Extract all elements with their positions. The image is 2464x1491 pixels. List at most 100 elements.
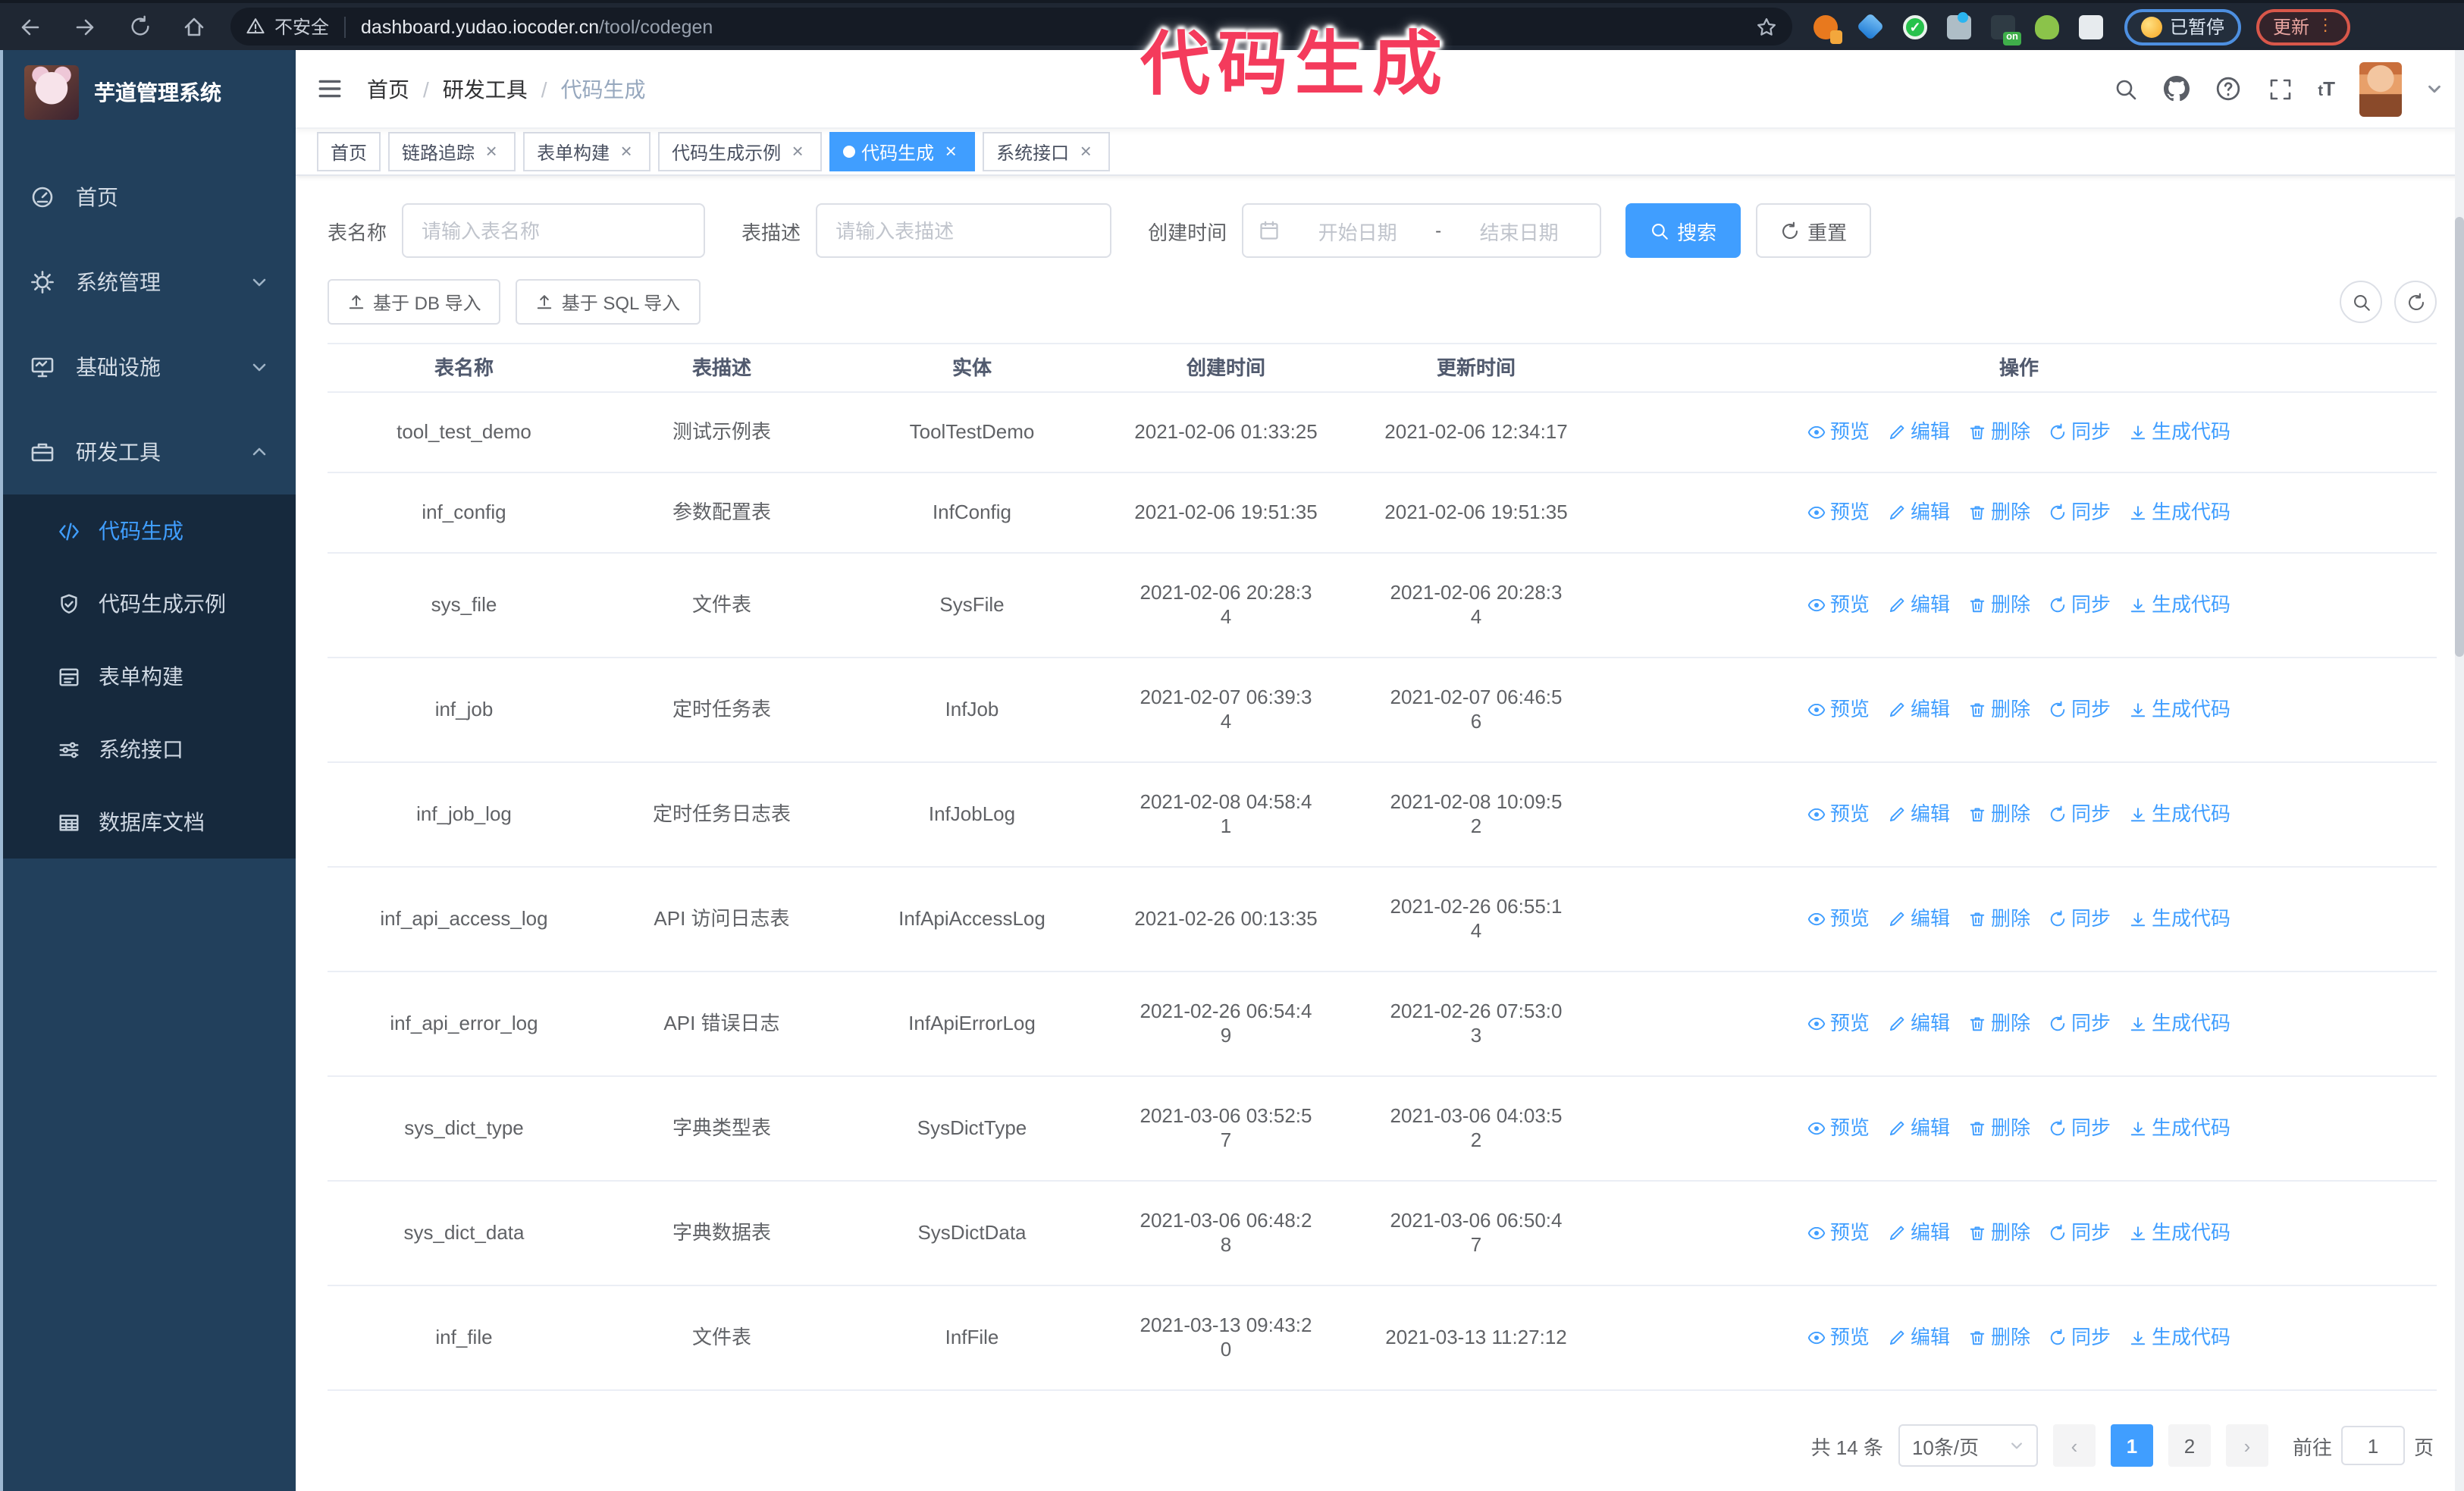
extension-dark-icon[interactable]: on [1991, 14, 2021, 45]
browser-forward-button[interactable] [67, 8, 103, 45]
delete-link[interactable]: 删除 [1968, 593, 2030, 617]
browser-menu-icon[interactable]: ⋮ [2317, 17, 2334, 35]
sync-link[interactable]: 同步 [2049, 501, 2111, 525]
generate-code-link[interactable]: 生成代码 [2129, 907, 2230, 931]
extensions-puzzle-icon[interactable] [2079, 14, 2103, 39]
header-search-icon[interactable] [2111, 75, 2139, 102]
goto-page-input[interactable] [2340, 1426, 2405, 1465]
preview-link[interactable]: 预览 [1807, 1116, 1870, 1141]
breadcrumb-devtools[interactable]: 研发工具 [443, 74, 528, 104]
page-button-2[interactable]: 2 [2168, 1424, 2211, 1467]
sidebar-item-home[interactable]: 首页 [0, 155, 296, 240]
tab-home[interactable]: 首页 [317, 132, 381, 171]
preview-link[interactable]: 预览 [1807, 593, 1870, 617]
generate-code-link[interactable]: 生成代码 [2129, 802, 2230, 827]
sidebar-toggle-icon[interactable] [317, 76, 343, 102]
generate-code-link[interactable]: 生成代码 [2129, 420, 2230, 444]
sidebar-subitem-codegen-example[interactable]: 代码生成示例 [0, 567, 296, 640]
date-range-picker[interactable]: 开始日期 - 结束日期 [1242, 203, 1602, 258]
edit-link[interactable]: 编辑 [1888, 1326, 1950, 1350]
edit-link[interactable]: 编辑 [1888, 1012, 1950, 1036]
delete-link[interactable]: 删除 [1968, 802, 2030, 827]
preview-link[interactable]: 预览 [1807, 420, 1870, 444]
search-button[interactable]: 搜索 [1625, 203, 1741, 258]
tab-codegen[interactable]: 代码生成 × [829, 132, 976, 171]
sync-link[interactable]: 同步 [2049, 802, 2111, 827]
table-desc-input[interactable] [835, 219, 1092, 242]
close-icon[interactable]: × [1075, 140, 1096, 162]
sync-link[interactable]: 同步 [2049, 907, 2111, 931]
generate-code-link[interactable]: 生成代码 [2129, 593, 2230, 617]
tab-system-api[interactable]: 系统接口 × [983, 132, 1111, 171]
delete-link[interactable]: 删除 [1968, 698, 2030, 722]
preview-link[interactable]: 预览 [1807, 1326, 1870, 1350]
sidebar-item-system[interactable]: 系统管理 [0, 240, 296, 325]
close-icon[interactable]: × [481, 140, 502, 162]
reset-button[interactable]: 重置 [1756, 203, 1872, 258]
edit-link[interactable]: 编辑 [1888, 420, 1950, 444]
sync-link[interactable]: 同步 [2049, 1326, 2111, 1350]
font-size-icon[interactable]: tT [2318, 77, 2335, 100]
avatar[interactable] [2359, 61, 2402, 116]
generate-code-link[interactable]: 生成代码 [2129, 1012, 2230, 1036]
table-name-input[interactable] [422, 219, 686, 242]
edit-link[interactable]: 编辑 [1888, 698, 1950, 722]
help-icon[interactable] [2215, 75, 2242, 102]
sync-link[interactable]: 同步 [2049, 593, 2111, 617]
close-icon[interactable]: × [787, 140, 808, 162]
delete-link[interactable]: 删除 [1968, 1116, 2030, 1141]
edit-link[interactable]: 编辑 [1888, 802, 1950, 827]
breadcrumb-home[interactable]: 首页 [367, 74, 409, 104]
browser-reload-button[interactable] [121, 8, 158, 45]
close-icon[interactable]: × [616, 140, 637, 162]
extension-sprout-icon[interactable] [2035, 14, 2059, 39]
tab-tracing[interactable]: 链路追踪 × [388, 132, 516, 171]
preview-link[interactable]: 预览 [1807, 802, 1870, 827]
sync-link[interactable]: 同步 [2049, 1116, 2111, 1141]
import-db-button[interactable]: 基于 DB 导入 [328, 279, 501, 325]
preview-link[interactable]: 预览 [1807, 698, 1870, 722]
sidebar-subitem-db-doc[interactable]: 数据库文档 [0, 786, 296, 859]
sidebar-item-devtools[interactable]: 研发工具 [0, 410, 296, 494]
generate-code-link[interactable]: 生成代码 [2129, 501, 2230, 525]
page-size-select[interactable]: 10条/页 [1898, 1424, 2038, 1467]
sidebar-subitem-system-api[interactable]: 系统接口 [0, 713, 296, 786]
delete-link[interactable]: 删除 [1968, 907, 2030, 931]
preview-link[interactable]: 预览 [1807, 907, 1870, 931]
generate-code-link[interactable]: 生成代码 [2129, 1326, 2230, 1350]
sync-link[interactable]: 同步 [2049, 1012, 2111, 1036]
sidebar-item-infra[interactable]: 基础设施 [0, 325, 296, 410]
extension-gem-icon[interactable] [1856, 12, 1885, 41]
sync-link[interactable]: 同步 [2049, 698, 2111, 722]
sync-link[interactable]: 同步 [2049, 1221, 2111, 1245]
scrollbar-thumb[interactable] [2455, 217, 2464, 657]
refresh-table-button[interactable] [2394, 281, 2437, 323]
chevron-down-icon[interactable] [2426, 80, 2443, 97]
extension-grid-icon[interactable] [1947, 11, 1971, 39]
delete-link[interactable]: 删除 [1968, 1221, 2030, 1245]
extension-check-icon[interactable]: ✓ [1903, 14, 1927, 39]
preview-link[interactable]: 预览 [1807, 1012, 1870, 1036]
close-icon[interactable]: × [940, 140, 961, 162]
prev-page-button[interactable]: ‹ [2052, 1424, 2096, 1467]
next-page-button[interactable]: › [2225, 1424, 2268, 1467]
show-search-button[interactable] [2340, 281, 2382, 323]
sync-link[interactable]: 同步 [2049, 420, 2111, 444]
edit-link[interactable]: 编辑 [1888, 593, 1950, 617]
address-bar[interactable]: 不安全 dashboard.yudao.iocoder.cn/tool/code… [230, 8, 1792, 46]
generate-code-link[interactable]: 生成代码 [2129, 1221, 2230, 1245]
tab-codegen-example[interactable]: 代码生成示例 × [658, 132, 823, 171]
browser-home-button[interactable] [176, 8, 212, 45]
edit-link[interactable]: 编辑 [1888, 501, 1950, 525]
generate-code-link[interactable]: 生成代码 [2129, 1116, 2230, 1141]
generate-code-link[interactable]: 生成代码 [2129, 698, 2230, 722]
edit-link[interactable]: 编辑 [1888, 907, 1950, 931]
delete-link[interactable]: 删除 [1968, 501, 2030, 525]
browser-update-button[interactable]: 更新 ⋮ [2256, 8, 2351, 45]
preview-link[interactable]: 预览 [1807, 501, 1870, 525]
sidebar-subitem-codegen[interactable]: 代码生成 [0, 494, 296, 567]
fullscreen-icon[interactable] [2266, 75, 2293, 102]
extension-orange-icon[interactable] [1814, 14, 1842, 43]
tab-form-builder[interactable]: 表单构建 × [523, 132, 651, 171]
github-icon[interactable] [2163, 75, 2190, 102]
